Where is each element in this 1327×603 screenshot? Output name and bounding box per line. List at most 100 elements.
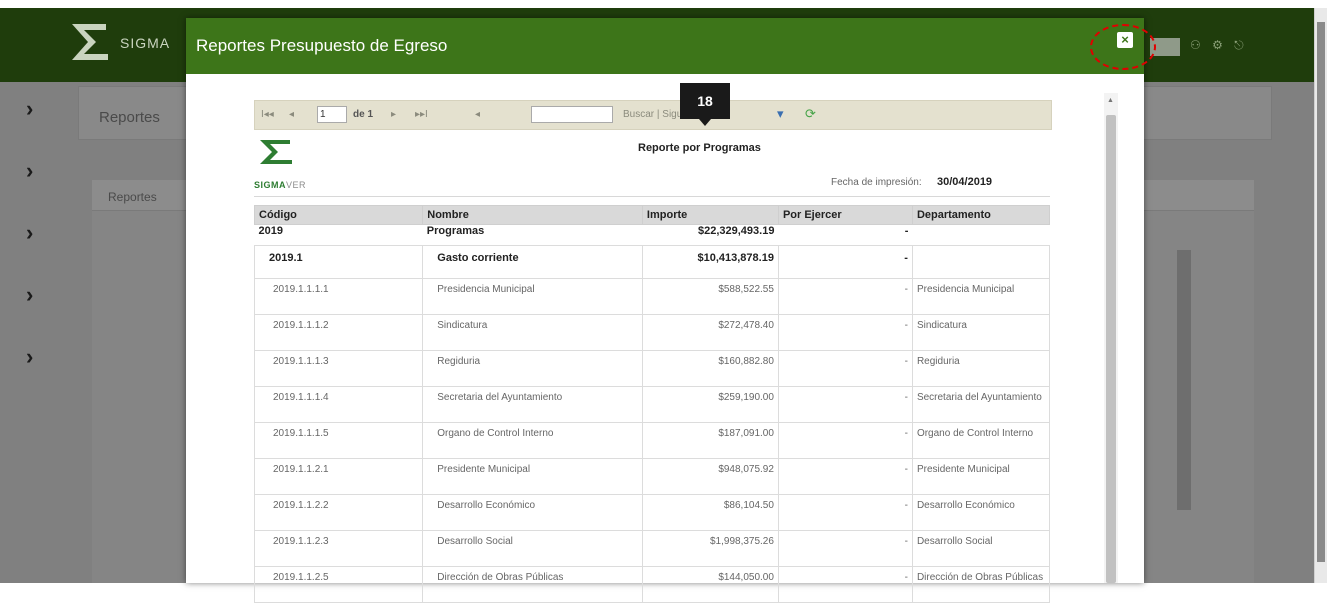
cell-department: Dirección de Obras Públicas — [911, 566, 1051, 603]
cell-amount: $272,478.40 — [641, 314, 779, 351]
sidebar: › › › › › — [0, 82, 70, 583]
header-icons[interactable]: ⚇ ⚙ ⎋ — [1190, 38, 1248, 53]
cell-por-ejercer: - — [777, 245, 913, 279]
table-row: 2019.1.1.1.3 Regiduria $160,882.80- Regidur… — [253, 350, 1051, 387]
modal-scrollbar[interactable]: ▲ — [1104, 93, 1118, 583]
cell-amount: $1,998,375.26 — [641, 530, 779, 567]
cell-por-ejercer: - — [777, 314, 913, 351]
cell-por-ejercer: - — [777, 458, 913, 495]
sidebar-expand-icon[interactable]: › — [26, 158, 33, 184]
cell-code: 2019.1.1.1.3 — [253, 350, 424, 387]
next-page-icon[interactable]: ▸ — [391, 109, 396, 120]
cell-code: 2019.1.1.2.3 — [253, 530, 424, 567]
cell-por-ejercer: - — [777, 530, 913, 567]
sigmaver-logo-icon — [260, 140, 292, 164]
table-row: 2019.1 Gasto corriente $10,413,878.19 - — [253, 245, 1051, 279]
report-viewer-toolbar: I◂◂ ◂ 1 de 1 ▸ ▸▸I ◂ Buscar | Siguiente … — [254, 100, 1052, 130]
table-row: 2019.1.1.1.1 Presidencia Municipal $588,52… — [253, 278, 1051, 315]
sigma-logo-icon — [72, 24, 108, 60]
table-row: 2019.1.1.2.1 Presidente Municipal $948,075… — [253, 458, 1051, 495]
scroll-up-icon[interactable]: ▲ — [1107, 97, 1114, 104]
cell-code: 2019 — [254, 224, 423, 246]
modal-header: Reportes Presupuesto de Egreso × — [186, 18, 1144, 74]
sidebar-expand-icon[interactable]: › — [26, 344, 33, 370]
cell-name: Sindicatura — [422, 314, 643, 351]
page-scrollbar[interactable] — [1314, 8, 1327, 583]
por-ejercer-value: - — [904, 225, 909, 237]
print-date-label: Fecha de impresión: — [831, 177, 922, 188]
cell-department: Presidencia Municipal — [911, 278, 1051, 315]
panel-title: Reportes — [108, 190, 157, 204]
cell-department: Desarrollo Social — [911, 530, 1051, 567]
cell-por-ejercer: - — [777, 422, 913, 459]
cell-amount: $22,329,493.19 — [642, 224, 779, 246]
cell-department: Regiduria — [911, 350, 1051, 387]
cell-name: Regiduria — [422, 350, 643, 387]
cell-department: Sindicatura — [911, 314, 1051, 351]
app-name: SIGMA — [120, 35, 171, 51]
modal-title: Reportes Presupuesto de Egreso — [196, 36, 448, 55]
page-number-input[interactable]: 1 — [317, 106, 347, 123]
cell-name: Presidente Municipal — [422, 458, 643, 495]
cell-por-ejercer: - — [778, 224, 913, 246]
cell-por-ejercer: - — [777, 494, 913, 531]
por-ejercer-value: - — [904, 320, 908, 331]
cell-department: Secretaria del Ayuntamiento — [911, 386, 1051, 423]
table-row: 2019 Programas $22,329,493.19 - — [254, 224, 1050, 246]
por-ejercer-value: - — [904, 252, 908, 264]
modal-scrollbar-thumb[interactable] — [1106, 115, 1116, 583]
cell-amount: $259,190.00 — [641, 386, 779, 423]
cell-name: Organo de Control Interno — [422, 422, 643, 459]
cell-amount: $948,075.92 — [641, 458, 779, 495]
cell-code: 2019.1.1.1.4 — [253, 386, 424, 423]
back-icon[interactable]: ◂ — [475, 109, 480, 120]
column-header: Importe — [641, 205, 779, 225]
por-ejercer-value: - — [904, 536, 908, 547]
cell-por-ejercer: - — [777, 566, 913, 603]
save-export-icon[interactable]: ▾ — [777, 106, 784, 122]
cell-amount: $10,413,878.19 — [641, 245, 779, 279]
page-scrollbar-thumb[interactable] — [1317, 22, 1325, 562]
column-header: Código — [253, 205, 424, 225]
divider — [254, 196, 1050, 197]
table-row: 2019.1.1.1.4 Secretaria del Ayuntamiento $… — [253, 386, 1051, 423]
por-ejercer-value: - — [904, 500, 908, 511]
cell-amount: $86,104.50 — [641, 494, 779, 531]
sidebar-expand-icon[interactable]: › — [26, 220, 33, 246]
prev-page-icon[interactable]: ◂ — [289, 109, 294, 120]
cell-code: 2019.1.1.1.2 — [253, 314, 424, 351]
cell-code: 2019.1.1.1.5 — [253, 422, 424, 459]
search-input[interactable] — [531, 106, 613, 123]
report-title: Reporte por Programas — [638, 142, 761, 154]
report-logo-text: SIGMAVER — [254, 180, 307, 190]
cell-amount: $144,050.00 — [641, 566, 779, 603]
refresh-icon[interactable]: ⟳ — [805, 106, 816, 122]
por-ejercer-value: - — [904, 572, 908, 583]
cell-por-ejercer: - — [777, 386, 913, 423]
highlight-ring — [1090, 24, 1156, 70]
sidebar-expand-icon[interactable]: › — [26, 96, 33, 122]
por-ejercer-value: - — [904, 392, 908, 403]
cell-code: 2019.1 — [253, 245, 424, 279]
column-header: Nombre — [422, 205, 643, 225]
last-page-icon[interactable]: ▸▸I — [415, 109, 428, 120]
cell-por-ejercer: - — [777, 278, 913, 315]
table-header-row: Código Nombre Importe Por Ejercer Depart… — [253, 205, 1051, 225]
sidebar-expand-icon[interactable]: › — [26, 282, 33, 308]
column-header: Por Ejercer — [777, 205, 913, 225]
table-row: 2019.1.1.2.3 Desarrollo Social $1,998,375.… — [253, 530, 1051, 567]
panel-scrollbar[interactable] — [1177, 250, 1191, 510]
breadcrumb-label: Reportes — [99, 109, 160, 126]
page-count-label: de 1 — [353, 109, 374, 120]
cell-name: Desarrollo Social — [422, 530, 643, 567]
cell-amount: $160,882.80 — [641, 350, 779, 387]
cell-code: 2019.1.1.2.2 — [253, 494, 424, 531]
por-ejercer-value: - — [904, 356, 908, 367]
por-ejercer-value: - — [904, 464, 908, 475]
cell-code: 2019.1.1.2.1 — [253, 458, 424, 495]
cell-name: Presidencia Municipal — [422, 278, 643, 315]
por-ejercer-value: - — [904, 284, 908, 295]
cell-amount: $187,091.00 — [641, 422, 779, 459]
cell-department: Organo de Control Interno — [911, 422, 1051, 459]
first-page-icon[interactable]: I◂◂ — [261, 109, 274, 120]
